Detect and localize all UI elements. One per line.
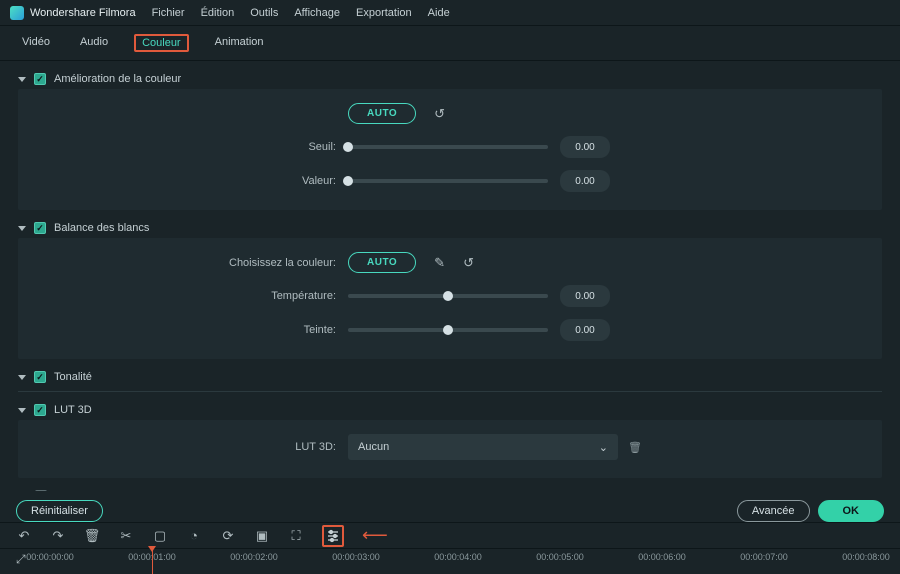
tab-audio[interactable]: Audio: [76, 34, 112, 52]
menu-file[interactable]: Fichier: [152, 7, 185, 19]
section-body-white: Choisissez la couleur: AUTO ✎ ↺ Températ…: [18, 238, 882, 359]
checkbox-corr[interactable]: [35, 490, 47, 491]
caret-down-icon: [18, 408, 26, 413]
redo-icon[interactable]: ↷: [50, 528, 66, 544]
menu-tools[interactable]: Outils: [250, 7, 278, 19]
fit-icon[interactable]: ⛶: [288, 528, 304, 544]
time-ruler[interactable]: 00:00:00:00 00:00:01:00 00:00:02:00 00:0…: [50, 549, 900, 565]
seuil-label: Seuil:: [38, 141, 348, 153]
menubar: Wondershare Filmora Fichier Édition Outi…: [0, 0, 900, 26]
section-color-match: Correspondance des couleurs: [18, 486, 882, 491]
tick-label: 00:00:04:00: [434, 552, 482, 562]
section-title: Tonalité: [54, 371, 92, 383]
valeur-value[interactable]: 0.00: [560, 170, 610, 192]
section-head-tone[interactable]: ✓ Tonalité: [18, 367, 882, 387]
section-tone: ✓ Tonalité: [18, 367, 882, 392]
lut-dropdown[interactable]: Aucun ⌄: [348, 434, 618, 460]
trash-icon[interactable]: 🗑: [628, 441, 642, 454]
crop-icon[interactable]: ▢: [152, 528, 168, 544]
caret-down-icon: [18, 375, 26, 380]
valeur-slider[interactable]: [348, 179, 548, 183]
reset-icon[interactable]: ↺: [463, 255, 474, 271]
tick-label: 00:00:06:00: [638, 552, 686, 562]
section-head-lut[interactable]: ✓ LUT 3D: [18, 400, 882, 420]
lut-value: Aucun: [358, 441, 389, 453]
section-title: Correspondance des couleurs: [55, 490, 202, 491]
rotate-icon[interactable]: ⟳: [220, 528, 236, 544]
checkbox-white[interactable]: ✓: [34, 222, 46, 234]
brand-name: Wondershare Filmora: [30, 7, 136, 19]
marker-icon[interactable]: ▣: [254, 528, 270, 544]
section-title: LUT 3D: [54, 404, 92, 416]
timeline-toolbar: ↶ ↷ 🗑 ✂ ▢ ◔ ⟳ ▣ ⛶ ⟵: [0, 522, 900, 548]
chevron-down-icon: ⌄: [599, 441, 608, 454]
menu-help[interactable]: Aide: [428, 7, 450, 19]
ok-button[interactable]: OK: [818, 500, 885, 522]
section-title: Amélioration de la couleur: [54, 73, 181, 85]
reset-button[interactable]: Réinitialiser: [16, 500, 103, 522]
menu-edit[interactable]: Édition: [201, 7, 235, 19]
tick-label: 00:00:02:00: [230, 552, 278, 562]
section-white-balance: ✓ Balance des blancs Choisissez la coule…: [18, 218, 882, 359]
menu-export[interactable]: Exportation: [356, 7, 412, 19]
temp-label: Température:: [38, 290, 348, 302]
seuil-slider[interactable]: [348, 145, 548, 149]
tick-label: 00:00:07:00: [740, 552, 788, 562]
tick-label: 00:00:00:00: [26, 552, 74, 562]
advanced-button[interactable]: Avancée: [737, 500, 810, 522]
tint-slider[interactable]: [348, 328, 548, 332]
tab-animation[interactable]: Animation: [211, 34, 268, 52]
reset-icon[interactable]: ↺: [434, 106, 445, 122]
timeline[interactable]: ⤢ 00:00:00:00 00:00:01:00 00:00:02:00 00…: [0, 548, 900, 573]
brand-logo-icon: [10, 6, 24, 20]
split-icon[interactable]: ✂: [118, 528, 134, 544]
zoom-fit-icon[interactable]: ⤢: [16, 552, 26, 567]
tick-label: 00:00:03:00: [332, 552, 380, 562]
tab-video[interactable]: Vidéo: [18, 34, 54, 52]
valeur-label: Valeur:: [38, 175, 348, 187]
checkbox-lut[interactable]: ✓: [34, 404, 46, 416]
delete-icon[interactable]: 🗑: [84, 528, 100, 544]
section-head-enhance[interactable]: ✓ Amélioration de la couleur: [18, 69, 882, 89]
eyedropper-icon[interactable]: ✎: [434, 255, 445, 271]
undo-icon[interactable]: ↶: [16, 528, 32, 544]
section-color-enhance: ✓ Amélioration de la couleur AUTO ↺ Seui…: [18, 69, 882, 210]
tint-label: Teinte:: [38, 324, 348, 336]
auto-button-white[interactable]: AUTO: [348, 252, 416, 273]
section-lut3d: ✓ LUT 3D LUT 3D: Aucun ⌄ 🗑: [18, 400, 882, 478]
caret-down-icon: [18, 77, 26, 82]
color-adjust-icon[interactable]: [322, 525, 344, 547]
caret-down-icon: [18, 226, 26, 231]
playhead[interactable]: [152, 549, 153, 574]
section-head-white[interactable]: ✓ Balance des blancs: [18, 218, 882, 238]
menu-view[interactable]: Affichage: [294, 7, 340, 19]
speed-icon[interactable]: ◔: [186, 528, 202, 544]
choose-label: Choisissez la couleur:: [38, 257, 348, 269]
panel-area: ✓ Amélioration de la couleur AUTO ↺ Seui…: [0, 61, 900, 491]
section-title: Balance des blancs: [54, 222, 149, 234]
tint-value[interactable]: 0.00: [560, 319, 610, 341]
seuil-value[interactable]: 0.00: [560, 136, 610, 158]
temp-value[interactable]: 0.00: [560, 285, 610, 307]
brand: Wondershare Filmora: [10, 6, 136, 20]
section-head-corr[interactable]: Correspondance des couleurs: [18, 486, 882, 491]
checkbox-enhance[interactable]: ✓: [34, 73, 46, 85]
section-body-enhance: AUTO ↺ Seuil: 0.00 Valeur: 0.00: [18, 89, 882, 210]
temp-slider[interactable]: [348, 294, 548, 298]
property-tabs: Vidéo Audio Couleur Animation: [0, 26, 900, 61]
tab-color[interactable]: Couleur: [134, 34, 189, 52]
lut-label: LUT 3D:: [38, 441, 348, 453]
auto-button-enhance[interactable]: AUTO: [348, 103, 416, 124]
section-body-lut: LUT 3D: Aucun ⌄ 🗑: [18, 420, 882, 478]
checkbox-tone[interactable]: ✓: [34, 371, 46, 383]
tick-label: 00:00:08:00: [842, 552, 890, 562]
arrow-indicator-icon: ⟵: [362, 525, 388, 546]
tick-label: 00:00:05:00: [536, 552, 584, 562]
